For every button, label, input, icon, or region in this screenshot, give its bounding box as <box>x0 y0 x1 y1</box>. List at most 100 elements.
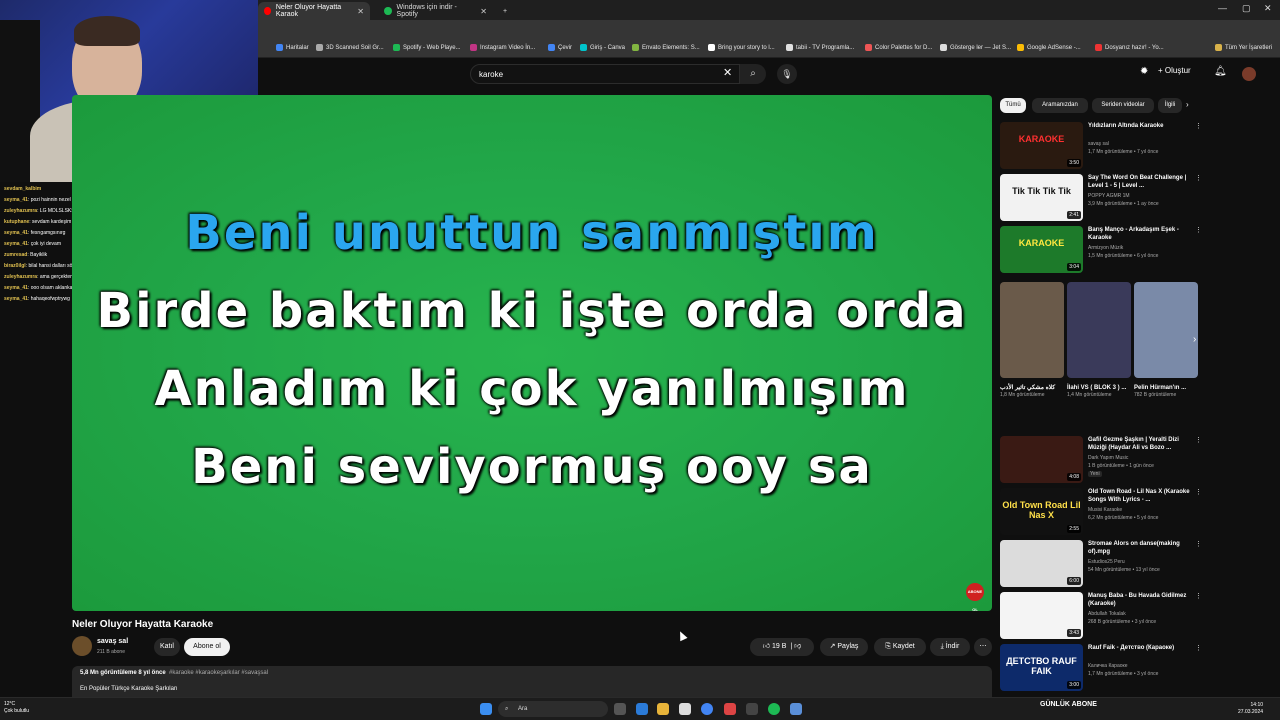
channel-name[interactable]: Musisi Karaoke <box>1088 507 1122 513</box>
chat-username[interactable]: seyma_41 <box>4 197 28 203</box>
minimize-icon[interactable]: — <box>1218 3 1227 13</box>
chat-username[interactable]: sevdam_kalbim <box>4 186 41 192</box>
search-input[interactable]: karoke <box>470 64 740 84</box>
share-button[interactable]: ↗ Paylaş <box>820 638 868 656</box>
chat-username[interactable]: kutuphane <box>4 219 29 225</box>
app-icon[interactable] <box>724 703 736 715</box>
channel-name[interactable]: savaş sal <box>1088 141 1109 147</box>
chat-username[interactable]: zuleyhazumra <box>4 208 37 214</box>
channel-avatar[interactable] <box>72 636 92 656</box>
chevron-right-icon[interactable]: › <box>1186 100 1189 109</box>
store-icon[interactable] <box>679 703 691 715</box>
channel-name[interactable]: Каличка Караоке <box>1088 663 1128 669</box>
settings-gear-icon[interactable]: ✹ <box>1140 66 1148 77</box>
recommended-video[interactable]: 3:43 Manuş Baba - Bu Havada Gidilmez (Kar… <box>1000 592 1205 640</box>
more-options-icon[interactable]: ⋮ <box>1195 540 1202 548</box>
like-button[interactable]: 👍︎ 19 B <box>763 643 787 650</box>
notifications-bell-icon[interactable]: 🔔︎ <box>1214 66 1227 77</box>
more-options-icon[interactable]: ⋮ <box>1195 226 1202 234</box>
task-view-icon[interactable] <box>614 703 626 715</box>
more-options-icon[interactable]: ⋮ <box>1195 488 1202 496</box>
chrome-icon[interactable] <box>701 703 713 715</box>
dislike-button[interactable]: | 👎︎ <box>788 643 801 650</box>
bookmark-item[interactable]: Google AdSense -... <box>1017 44 1081 51</box>
steam-icon[interactable] <box>790 703 802 715</box>
more-options-icon[interactable]: ⋮ <box>1195 122 1202 130</box>
bookmark-item[interactable]: Instagram Video İn... <box>470 44 535 51</box>
file-explorer-icon[interactable] <box>657 703 669 715</box>
recommended-video[interactable]: Old Town Road Lil Nas X 2:55 Old Town Road… <box>1000 488 1205 536</box>
recommended-video[interactable]: ДЕТСТВО RAUF FAIK 3:00 Rauf Faik - Детство… <box>1000 644 1205 692</box>
bookmark-item[interactable]: Gösterge ler — Jet S... <box>940 44 1011 51</box>
obs-icon[interactable] <box>746 703 758 715</box>
account-avatar[interactable] <box>1242 67 1256 81</box>
new-tab-button[interactable]: + <box>497 2 511 20</box>
bookmark-item[interactable]: tabii - TV Programla... <box>786 44 854 51</box>
weather-widget[interactable]: 12°C Çok bulutlu <box>4 701 29 715</box>
download-button[interactable]: ⤓ İndir <box>930 638 970 656</box>
more-actions-button[interactable]: ⋯ <box>974 638 992 656</box>
short-item[interactable]: İlahi VS ( BLOK 3 ) ... 1,4 Mn görüntüle… <box>1067 282 1131 398</box>
more-options-icon[interactable]: ⋮ <box>1195 174 1202 182</box>
tab-spotify[interactable]: Windows için indir - Spotify ✕ <box>378 2 493 20</box>
create-button[interactable]: + Oluştur <box>1158 66 1191 75</box>
recommended-video[interactable]: 4:08 Gafil Gezme Şaşkın | Yeralti Dizi Mü… <box>1000 436 1205 484</box>
bookmark-item[interactable]: Spotify - Web Playe... <box>393 44 461 51</box>
bookmark-item[interactable]: Giriş - Canva <box>580 44 625 51</box>
chat-username[interactable]: seyma_41 <box>4 285 28 291</box>
search-button[interactable]: ⌕ <box>740 64 766 84</box>
bookmark-item[interactable]: Çevir <box>548 44 572 51</box>
channel-name[interactable]: Abdullah Tokalak <box>1088 611 1126 617</box>
video-player[interactable]: Beni unuttun sanmıştım Birde baktım ki i… <box>72 95 992 611</box>
more-options-icon[interactable]: ⋮ <box>1195 644 1202 652</box>
chip-from-search[interactable]: Aramanızdan <box>1032 98 1088 113</box>
chat-username[interactable]: seyma_41 <box>4 230 28 236</box>
clear-search-icon[interactable]: ✕ <box>723 66 732 79</box>
save-button[interactable]: ⎘ Kaydet <box>874 638 926 656</box>
short-item[interactable]: Pelin Hürman'ın ... 782 B görüntüleme <box>1134 282 1198 398</box>
bookmark-item[interactable]: 3D Scanned Soil Gr... <box>316 44 384 51</box>
more-options-icon[interactable]: ⋮ <box>1195 592 1202 600</box>
channel-watermark[interactable]: ABONE OL <box>966 583 984 611</box>
chat-username[interactable]: seyma_41 <box>4 296 28 302</box>
bookmark-item[interactable]: Envato Elements: S... <box>632 44 700 51</box>
join-button[interactable]: Katıl <box>154 638 180 656</box>
recommended-video[interactable]: 6:00 Stromae Alors on danse(making of).mp… <box>1000 540 1205 588</box>
close-icon[interactable]: ✕ <box>480 7 487 16</box>
voice-search-button[interactable]: 🎙︎ <box>777 64 797 84</box>
recommended-video[interactable]: KARAOKE 3:04 Barış Manço - Arkadaşım Eşek … <box>1000 226 1205 274</box>
channel-name[interactable]: Armizyon Müzik <box>1088 245 1123 251</box>
edge-icon[interactable] <box>636 703 648 715</box>
maximize-icon[interactable]: ▢ <box>1242 3 1251 14</box>
bookmark-item[interactable]: Dosyanız hazır! - Yo... <box>1095 44 1164 51</box>
channel-name[interactable]: Dark Yapım Music <box>1088 455 1128 461</box>
chat-username[interactable]: biraz0ilgl <box>4 263 26 269</box>
chat-username[interactable]: zumresad <box>4 252 27 258</box>
spotify-icon[interactable] <box>768 703 780 715</box>
channel-name[interactable]: Estudios25 Peru <box>1088 559 1125 565</box>
taskbar-search[interactable]: ⌕ Ara <box>498 701 608 717</box>
system-clock[interactable]: 14:10 27.03.2024 <box>1238 702 1263 716</box>
recommended-video[interactable]: KARAOKE 3:50 Yıldızların Altında Karaoke sa… <box>1000 122 1205 170</box>
bookmark-item[interactable]: Bring your story to l... <box>708 44 775 51</box>
windows-start-icon[interactable] <box>480 703 492 715</box>
bookmark-item[interactable]: Color Palettes for D... <box>865 44 932 51</box>
chat-username[interactable]: zuleyhazumra <box>4 274 37 280</box>
tab-youtube[interactable]: Neler Oluyor Hayatta Karaok ✕ <box>258 2 370 20</box>
chat-username[interactable]: seyma_41 <box>4 241 28 247</box>
chevron-right-icon[interactable]: › <box>1193 334 1196 345</box>
close-window-icon[interactable]: ✕ <box>1264 3 1272 14</box>
bookmark-item[interactable]: Tüm Yer İşaretleri <box>1215 44 1272 51</box>
more-options-icon[interactable]: ⋮ <box>1195 436 1202 444</box>
subscribe-button[interactable]: Abone ol <box>184 638 230 656</box>
chip-all[interactable]: Tümü <box>1000 98 1026 113</box>
recommended-video[interactable]: Tik Tik Tik Tik 2:41 Say The Word On Beat … <box>1000 174 1205 222</box>
chip-series[interactable]: Seriden videolar <box>1092 98 1154 113</box>
channel-name[interactable]: POPPY AGMR 1M <box>1088 193 1130 199</box>
short-item[interactable]: كلاه مشكي تاثير الأدب 1,8 Mn görüntüleme <box>1000 282 1064 398</box>
channel-name[interactable]: savaş sal <box>97 638 128 645</box>
chip-related[interactable]: İlgili <box>1158 98 1182 113</box>
bookmark-item[interactable]: Haritalar <box>276 44 309 51</box>
close-icon[interactable]: ✕ <box>357 7 364 16</box>
hashtags[interactable]: #karaoke #karaokeşarkılar #savaşsal <box>169 670 268 676</box>
